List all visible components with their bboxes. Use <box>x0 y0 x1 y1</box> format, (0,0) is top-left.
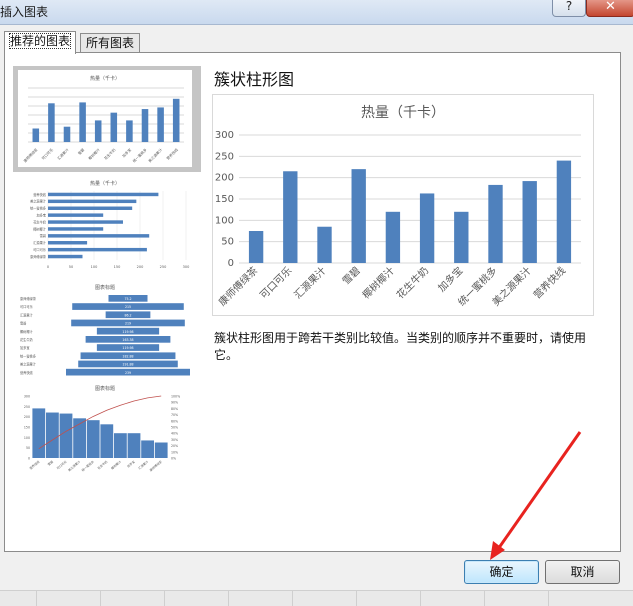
annotation-arrow <box>490 431 582 560</box>
sheet-strip <box>0 590 633 606</box>
tab-recommended-charts[interactable]: 推荐的图表 <box>4 31 77 54</box>
tab-label: 推荐的图表 <box>8 33 72 49</box>
insert-chart-dialog: 插入图表 ? ✕ 推荐的图表 所有图表 热量（千卡） 康师傅绿茶 可口可乐 汇源果汁雪… <box>0 0 633 606</box>
red-arrow-shaft <box>494 431 582 553</box>
